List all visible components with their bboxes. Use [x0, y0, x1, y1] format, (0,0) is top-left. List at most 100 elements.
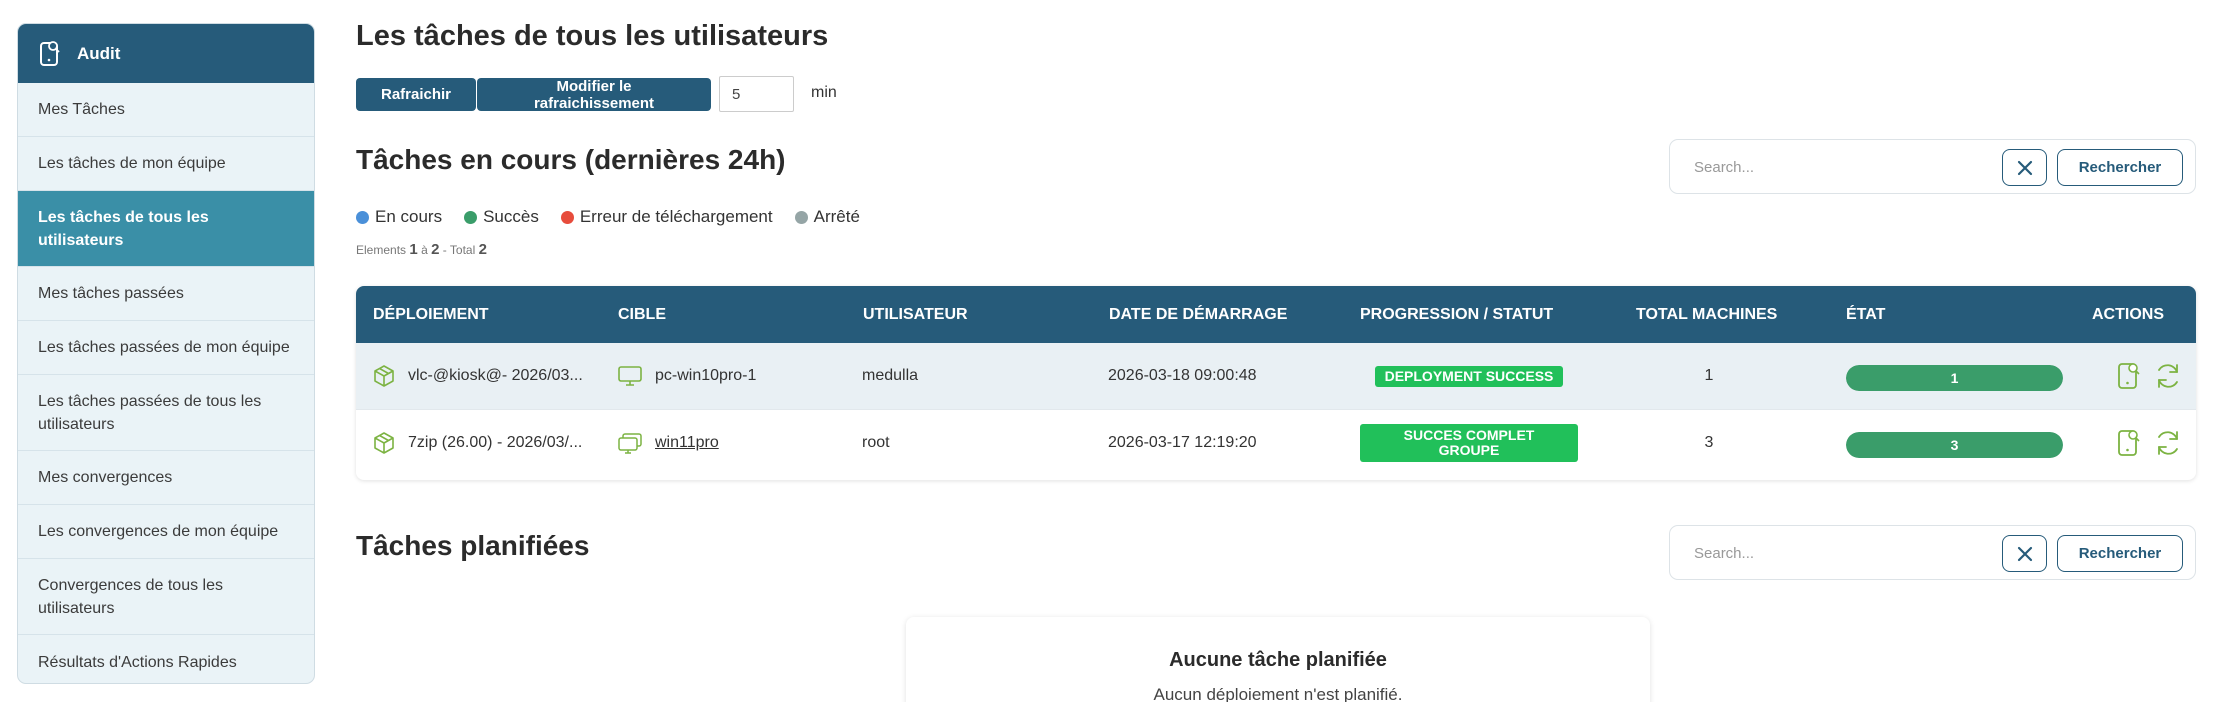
sidebar-item-convergences-tous[interactable]: Convergences de tous les utilisateurs: [18, 559, 314, 635]
sidebar-header[interactable]: Audit: [18, 24, 314, 83]
legend-label: Succès: [483, 207, 539, 226]
current-search-clear-button[interactable]: [2002, 149, 2047, 186]
legend-dot: [794, 210, 808, 224]
count-from: 1: [409, 241, 418, 258]
audit-icon: [2118, 430, 2140, 456]
refresh-icon: [2158, 431, 2178, 455]
sidebar-item-mes-convergences[interactable]: Mes convergences: [18, 451, 314, 505]
table-row: 7zip (26.00) - 2026/03/... win11pro root…: [356, 409, 2196, 475]
legend-item-en-cours: En cours: [356, 207, 442, 227]
planned-search-clear-button[interactable]: [2002, 535, 2047, 572]
cell-status: DEPLOYMENT SUCCESS: [1360, 343, 1578, 409]
sidebar-item-label: Les tâches de mon équipe: [38, 155, 226, 172]
col-date-demarrage[interactable]: DATE DE DÉMARRAGE: [1109, 286, 1287, 343]
count-prefix: Elements: [356, 243, 407, 257]
status-legend: En cours Succès Erreur de téléchargement…: [356, 207, 882, 227]
sidebar-item-label: Mes tâches passées: [38, 285, 184, 302]
sidebar-item-label: Les tâches passées de tous les utilisate…: [38, 392, 262, 433]
audit-action-button[interactable]: [2112, 426, 2146, 460]
cell-status: SUCCES COMPLET GROUPE: [1360, 410, 1578, 476]
count-total-prefix: - Total: [442, 243, 476, 257]
legend-item-erreur: Erreur de téléchargement: [560, 207, 773, 227]
state-progress-bar: 1: [1846, 365, 2063, 391]
legend-label: En cours: [375, 207, 443, 226]
package-icon: [374, 432, 394, 454]
monitors-group-icon: [618, 433, 642, 454]
legend-item-succes: Succès: [464, 207, 539, 227]
refresh-unit-label: min: [811, 84, 837, 101]
tasks-table: DÉPLOIEMENT CIBLE UTILISATEUR DATE DE DÉ…: [356, 286, 2196, 480]
deployment-name: vlc-@kiosk@- 2026/03...: [408, 367, 583, 384]
empty-planned-card: Aucune tâche planifiée Aucun déploiement…: [906, 617, 1650, 702]
cell-deployment: 7zip (26.00) - 2026/03/...: [372, 410, 582, 476]
table-row: vlc-@kiosk@- 2026/03... pc-win10pro-1 me…: [356, 343, 2196, 409]
sidebar-item-taches-passees-tous[interactable]: Les tâches passées de tous les utilisate…: [18, 375, 314, 451]
sidebar-item-label: Les convergences de mon équipe: [38, 523, 279, 540]
target-group-link[interactable]: win11pro: [655, 434, 719, 452]
state-progress-bar: 3: [1846, 432, 2063, 458]
cell-user: root: [862, 434, 890, 451]
legend-item-arrete: Arrêté: [794, 207, 860, 227]
planned-search-input[interactable]: [1680, 533, 2006, 573]
audit-icon: [2118, 363, 2140, 389]
redeploy-action-button[interactable]: [2151, 359, 2185, 393]
sidebar-item-label: Convergences de tous les utilisateurs: [38, 576, 223, 617]
close-icon: [2017, 160, 2032, 175]
refresh-interval-input[interactable]: [719, 76, 794, 112]
col-total-machines[interactable]: TOTAL MACHINES: [1636, 286, 1777, 343]
sidebar-item-label: Mes Tâches: [38, 101, 125, 118]
cell-state: 1: [1846, 343, 2063, 409]
sidebar-item-taches-tous[interactable]: Les tâches de tous les utilisateurs: [18, 191, 314, 267]
sidebar-item-mes-taches[interactable]: Mes Tâches: [18, 83, 314, 137]
sidebar-item-taches-equipe[interactable]: Les tâches de mon équipe: [18, 137, 314, 191]
col-progression-statut[interactable]: PROGRESSION / STATUT: [1360, 286, 1553, 343]
table-header: DÉPLOIEMENT CIBLE UTILISATEUR DATE DE DÉ…: [356, 286, 2196, 343]
status-badge: DEPLOYMENT SUCCESS: [1374, 365, 1564, 387]
element-count: Elements 1 à 2 - Total 2: [356, 241, 487, 258]
count-to: 2: [431, 241, 440, 258]
col-etat[interactable]: ÉTAT: [1846, 286, 1885, 343]
current-search-input[interactable]: [1680, 147, 2006, 187]
sidebar-item-label: Résultats d'Actions Rapides: [38, 653, 237, 671]
close-icon: [2017, 546, 2032, 561]
refresh-button[interactable]: Rafraichir: [356, 78, 476, 111]
sidebar-item-taches-passees[interactable]: Mes tâches passées: [18, 267, 314, 321]
cell-target: pc-win10pro-1: [617, 343, 756, 409]
col-actions: ACTIONS: [2092, 305, 2164, 323]
cell-start-date: 2026-03-18 09:00:48: [1108, 367, 1257, 384]
col-deploiement[interactable]: DÉPLOIEMENT: [373, 286, 489, 343]
redeploy-action-button[interactable]: [2151, 426, 2185, 460]
count-total: 2: [478, 241, 487, 258]
planned-tasks-title: Tâches planifiées: [356, 530, 590, 561]
target-name: pc-win10pro-1: [655, 367, 757, 384]
status-badge: SUCCES COMPLET GROUPE: [1360, 424, 1578, 462]
refresh-icon: [2158, 364, 2178, 388]
current-search-box: Rechercher: [1669, 139, 2196, 194]
modify-refresh-button[interactable]: Modifier le rafraichissement: [477, 78, 711, 112]
sidebar-item-label: Les tâches de tous les utilisateurs: [38, 208, 209, 249]
planned-search-box: Rechercher: [1669, 525, 2196, 580]
empty-planned-title: Aucune tâche planifiée: [1169, 649, 1387, 671]
sidebar-item-taches-passees-equipe[interactable]: Les tâches passées de mon équipe: [18, 321, 314, 375]
legend-dot: [560, 210, 574, 224]
sidebar-header-label: Audit: [77, 43, 121, 63]
page-title: Les tâches de tous les utilisateurs: [356, 20, 829, 52]
cell-machines: 3: [1704, 434, 1714, 451]
current-search-button[interactable]: Rechercher: [2057, 149, 2183, 186]
cell-deployment: vlc-@kiosk@- 2026/03...: [372, 343, 583, 409]
legend-dot: [464, 210, 478, 224]
cell-machines: 1: [1704, 367, 1714, 384]
sidebar-item-resultats-actions[interactable]: Résultats d'Actions Rapides: [18, 635, 314, 683]
deployment-name: 7zip (26.00) - 2026/03/...: [408, 434, 583, 451]
current-tasks-title: Tâches en cours (dernières 24h): [356, 144, 786, 175]
count-sep: à: [421, 243, 428, 257]
col-utilisateur[interactable]: UTILISATEUR: [863, 286, 968, 343]
cell-start-date: 2026-03-17 12:19:20: [1108, 434, 1257, 451]
col-cible[interactable]: CIBLE: [618, 286, 666, 343]
planned-search-button[interactable]: Rechercher: [2057, 535, 2183, 572]
sidebar: Audit Mes Tâches Les tâches de mon équip…: [17, 23, 315, 684]
audit-action-button[interactable]: [2112, 359, 2146, 393]
empty-planned-subtitle: Aucun déploiement n'est planifié.: [1153, 685, 1403, 702]
sidebar-item-convergences-equipe[interactable]: Les convergences de mon équipe: [18, 505, 314, 559]
state-progress-fill: 1: [1846, 365, 2063, 391]
